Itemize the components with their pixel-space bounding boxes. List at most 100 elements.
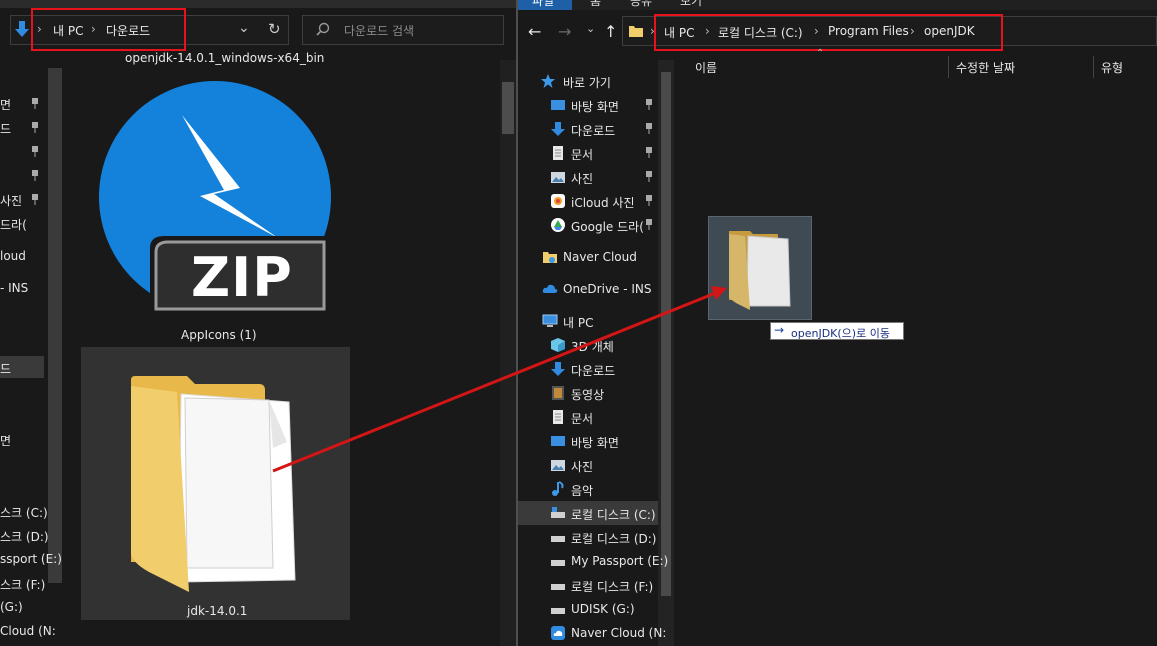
sidebar-quick-access[interactable]: 바로 가기 [518,69,658,93]
nav-fragment[interactable]: 드 [0,360,11,377]
naver-cloud-folder-icon [543,252,557,263]
right-nav-scroll-thumb[interactable] [661,72,671,596]
left-search-placeholder: 다운로드 검색 [344,24,415,38]
ribbon-tab-file-label: 파일 [532,0,555,8]
drive-icon [551,536,565,542]
column-header-date[interactable]: 수정한 날짜 [956,59,1015,76]
sidebar-item-label: 음악 [571,484,594,498]
sidebar-item-pictures[interactable]: 사진 [518,165,658,189]
refresh-icon[interactable]: ↻ [268,20,281,38]
sidebar-item-documents-pc[interactable]: 문서 [518,405,658,429]
recent-chevron-icon[interactable]: ⌄ [586,22,595,35]
nav-fragment[interactable]: loud [0,249,26,263]
pin-icon [32,146,38,157]
icloud-photos-icon [551,194,565,208]
column-divider[interactable] [1093,56,1094,78]
sidebar-naver-cloud[interactable]: Naver Cloud [518,245,658,269]
folder-icon [131,376,296,592]
nav-fragment[interactable]: - INS [0,281,28,295]
sidebar-item-3d-objects[interactable]: 3D 개체 [518,333,658,357]
sort-up-icon: ⌃ [816,48,825,59]
download-arrow-icon [551,122,565,136]
sidebar-item-label: iCloud 사진 [571,196,635,210]
sidebar-item-local-disk-c[interactable]: 로컬 디스크 (C:) [518,501,658,525]
nav-fragment[interactable]: 스크 (C:) [0,504,48,521]
sidebar-item-music[interactable]: 음악 [518,477,658,501]
cube-icon [551,338,565,352]
chevron-down-icon[interactable]: ⌄ [238,20,250,36]
nav-fragment[interactable]: 드라( [0,216,27,233]
ribbon-tab-home[interactable]: 홈 [590,0,601,9]
sidebar-item-label: 3D 개체 [571,340,614,354]
sidebar-item-videos[interactable]: 동영상 [518,381,658,405]
film-icon [552,386,564,400]
move-arrow-icon: → [774,323,785,337]
sidebar-item-label: 다운로드 [571,124,616,138]
column-header-name[interactable]: 이름 [695,59,717,76]
pin-icon [646,99,652,110]
left-address-highlight [31,8,186,51]
pin-icon [646,195,652,206]
sidebar-item-my-passport[interactable]: My Passport (E:) [518,549,668,573]
left-content-scroll-thumb[interactable] [502,82,514,134]
nav-fragment[interactable]: 면 [0,432,11,449]
nav-fragment[interactable]: (G:) [0,600,23,614]
left-content-scrollbar[interactable] [500,60,516,646]
back-arrow-icon[interactable]: ← [528,22,541,41]
column-divider[interactable] [948,56,949,78]
sidebar-item-icloud-photos[interactable]: iCloud 사진 [518,189,658,213]
star-icon [541,74,555,88]
up-arrow-icon[interactable]: ↑ [604,22,617,41]
desktop-icon [551,436,565,446]
search-icon [316,22,330,36]
drive-icon [551,608,565,614]
sidebar-item-naver-cloud-n[interactable]: Naver Cloud (N: [518,621,666,645]
sidebar-item-downloads-pc[interactable]: 다운로드 [518,357,658,381]
document-icon [553,146,563,160]
sidebar-item-local-disk-d[interactable]: 로컬 디스크 (D:) [518,525,658,549]
ribbon-tab-view[interactable]: 보기 [680,0,702,9]
ribbon-tab-share[interactable]: 공유 [630,0,652,9]
nav-fragment[interactable]: ssport (E:) [0,552,62,566]
nav-fragment[interactable]: 드 [0,120,11,137]
sidebar-item-label: 동영상 [571,388,605,402]
picture-icon [551,460,565,471]
sidebar-item-documents[interactable]: 문서 [518,141,658,165]
sidebar-item-local-disk-f[interactable]: 로컬 디스크 (F:) [518,573,658,597]
desktop-icon [551,100,565,110]
sidebar-item-pictures-pc[interactable]: 사진 [518,453,658,477]
column-header-type[interactable]: 유형 [1101,59,1123,76]
ribbon-tab-strip: 파일 홈 공유 보기 [518,0,1157,10]
sidebar-item-label: 로컬 디스크 (F:) [571,580,654,594]
right-explorer-window: 파일 홈 공유 보기 ← → ⌄ ↑ › 내 PC › 로컬 디스크 (C:) … [518,0,1157,646]
left-nav-scrollbar[interactable] [48,68,62,583]
sidebar-item-desktop[interactable]: 바탕 화면 [518,93,658,117]
sidebar-item-udisk[interactable]: UDISK (G:) [518,597,658,621]
left-tab-strip [0,0,516,8]
file-name-label[interactable]: openjdk-14.0.1_windows-x64_bin [125,51,324,65]
drive-icon [551,584,565,590]
sidebar-item-label: 바탕 화면 [571,436,619,450]
pin-icon [646,147,652,158]
sidebar-this-pc[interactable]: 내 PC [518,309,658,333]
right-content-area[interactable] [676,58,1157,646]
left-explorer-window: › 내 PC › 다운로드 ⌄ ↻ 다운로드 검색 면 드 사진 드라( lou… [0,0,516,646]
pin-icon [646,123,652,134]
sidebar-item-label: 다운로드 [571,364,616,378]
sidebar-item-desktop-pc[interactable]: 바탕 화면 [518,429,658,453]
sidebar-onedrive[interactable]: OneDrive - INS [518,277,658,301]
nav-fragment[interactable]: 스크 (F:) [0,576,45,593]
sidebar-item-label: 내 PC [563,316,594,330]
nav-fragment[interactable]: 면 [0,96,11,113]
nav-fragment[interactable]: 스크 (D:) [0,528,49,545]
download-arrow-icon [551,362,565,376]
picture-icon [551,172,565,183]
appicons-label[interactable]: AppIcons (1) [181,328,257,342]
forward-arrow-icon[interactable]: → [558,22,571,41]
nav-fragment[interactable]: 사진 [0,192,22,209]
sidebar-item-label: 로컬 디스크 (D:) [571,532,657,546]
sidebar-item-downloads[interactable]: 다운로드 [518,117,658,141]
music-note-icon [552,481,564,496]
sidebar-item-google-drive[interactable]: Google 드라( [518,213,658,237]
nav-fragment[interactable]: Cloud (N: [0,624,56,638]
